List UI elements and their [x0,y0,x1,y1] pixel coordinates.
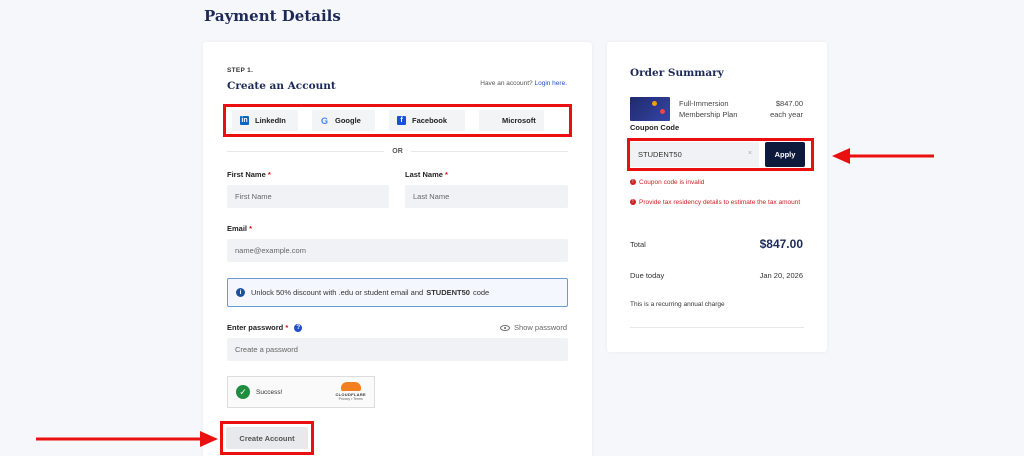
microsoft-icon [487,116,496,125]
google-icon: G [320,115,328,126]
info-text-end: code [472,288,490,297]
summary-divider [630,327,804,328]
info-code: STUDENT50 [426,288,470,297]
captcha-links[interactable]: Privacy • Terms [335,397,366,401]
arrow-left-icon [832,148,934,164]
facebook-label: Facebook [412,116,448,125]
create-account-title: Create an Account [227,80,336,92]
cloudflare-logo: CLOUDFLARE Privacy • Terms [335,382,366,401]
linkedin-icon: in [240,116,249,125]
or-text: OR [392,148,403,155]
order-summary-title: Order Summary [630,67,724,79]
password-input[interactable]: Create a password [227,338,568,361]
first-name-input[interactable]: First Name [227,185,389,208]
info-icon: i [236,288,245,297]
page-title: Payment Details [204,7,341,25]
total-value: $847.00 [759,237,803,251]
plan-price: $847.00 each year [770,99,803,119]
google-button[interactable]: G Google [312,110,375,131]
student-discount-info: i Unlock 50% discount with .edu or stude… [227,278,568,307]
facebook-button[interactable]: f Facebook [389,110,465,131]
eye-icon [500,324,511,331]
linkedin-button[interactable]: in LinkedIn [232,110,298,131]
first-name-label: First Name * [227,170,271,179]
linkedin-label: LinkedIn [255,116,286,125]
show-password-label: Show password [514,323,567,332]
due-today-label: Due today [630,271,665,280]
microsoft-label: Microsoft [502,116,536,125]
divider-line [410,151,568,152]
coupon-highlight: STUDENT50 × Apply [627,138,814,171]
coupon-error: ! Coupon code is invalid [630,177,704,188]
cloud-icon [340,382,361,391]
create-account-highlight: Create Account [220,421,314,455]
email-input[interactable]: name@example.com [227,239,568,262]
error-icon: ! [630,199,636,206]
step-label: STEP 1. [227,67,254,74]
due-today-value: Jan 20, 2026 [759,271,803,280]
order-summary-card: Order Summary Full-Immersion Membership … [607,42,827,352]
clear-icon[interactable]: × [748,150,752,157]
coupon-input[interactable]: STUDENT50 × [630,142,759,167]
checkmark-icon: ✓ [236,385,250,399]
social-login-row: in LinkedIn G Google f Facebook Microsof… [223,104,572,137]
create-account-button[interactable]: Create Account [226,427,308,449]
have-account-text: Have an account? Login here. [480,80,567,87]
last-name-label: Last Name * [405,170,448,179]
microsoft-button[interactable]: Microsoft [479,110,544,131]
facebook-icon: f [397,116,406,125]
or-divider: OR [227,148,568,155]
help-icon[interactable]: ? [294,324,303,333]
last-name-input[interactable]: Last Name [405,185,568,208]
plan-thumbnail [630,97,670,121]
plan-name: Full-Immersion Membership Plan [679,99,738,119]
captcha-widget[interactable]: ✓ Success! CLOUDFLARE Privacy • Terms [227,376,375,408]
create-account-card: STEP 1. Create an Account Have an accoun… [203,42,592,456]
coupon-value: STUDENT50 [638,150,682,159]
total-label: Total [630,240,646,249]
google-label: Google [335,116,361,125]
recurring-note: This is a recurring annual charge [630,301,725,308]
divider-line [227,151,385,152]
login-link[interactable]: Login here. [534,80,567,87]
info-text: Unlock 50% discount with .edu or student… [251,288,424,297]
captcha-status: Success! [256,388,283,396]
have-account-label: Have an account? [480,80,533,87]
show-password-toggle[interactable]: Show password [500,323,567,332]
arrow-right-icon [36,431,218,447]
tax-error: ! Provide tax residency details to estima… [630,197,806,208]
email-label: Email * [227,224,253,233]
coupon-label: Coupon Code [630,123,680,132]
password-label: Enter password * ? [227,323,303,333]
error-icon: ! [630,179,636,186]
apply-button[interactable]: Apply [765,142,805,167]
